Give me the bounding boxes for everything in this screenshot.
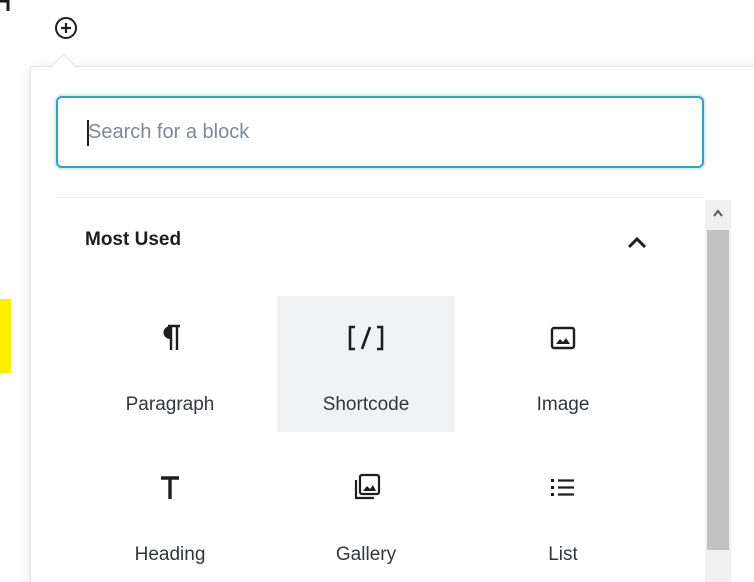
page-edge-artifact [0,0,12,14]
list-icon [474,472,652,504]
search-divider [56,197,704,198]
panel-title: Most Used [85,229,182,250]
search-input[interactable] [58,98,702,166]
block-item-shortcode[interactable]: Shortcode [277,296,455,432]
block-item-heading[interactable]: Heading [81,446,259,582]
text-caret [87,120,89,146]
page-highlight-strip [0,299,11,373]
block-item-label: Shortcode [322,394,410,415]
block-item-paragraph[interactable]: Paragraph [81,296,259,432]
block-item-label: Image [536,394,590,415]
image-icon [474,322,652,354]
block-item-gallery[interactable]: Gallery [277,446,455,582]
scrollbar-thumb[interactable] [707,230,729,550]
shortcode-icon [277,322,455,354]
block-item-label: Heading [134,544,206,565]
block-item-list[interactable]: List [474,446,652,582]
plus-circle-icon [52,14,80,42]
block-item-label: Paragraph [125,394,215,415]
panel-collapse-button[interactable] [622,230,652,256]
scroll-up-arrow-icon [705,209,731,231]
search-field[interactable] [56,96,704,168]
heading-icon [81,472,259,504]
paragraph-icon [81,322,259,354]
chevron-up-icon [622,236,652,259]
block-item-label: Gallery [335,544,397,565]
scrollbar-up-button[interactable] [705,200,731,228]
gallery-icon [277,472,455,504]
block-item-label: List [548,544,578,565]
block-inserter-screen: Most Used Paragraph Shortcode [0,0,754,582]
block-item-image[interactable]: Image [474,296,652,432]
inserter-toggle-button[interactable] [52,14,80,42]
